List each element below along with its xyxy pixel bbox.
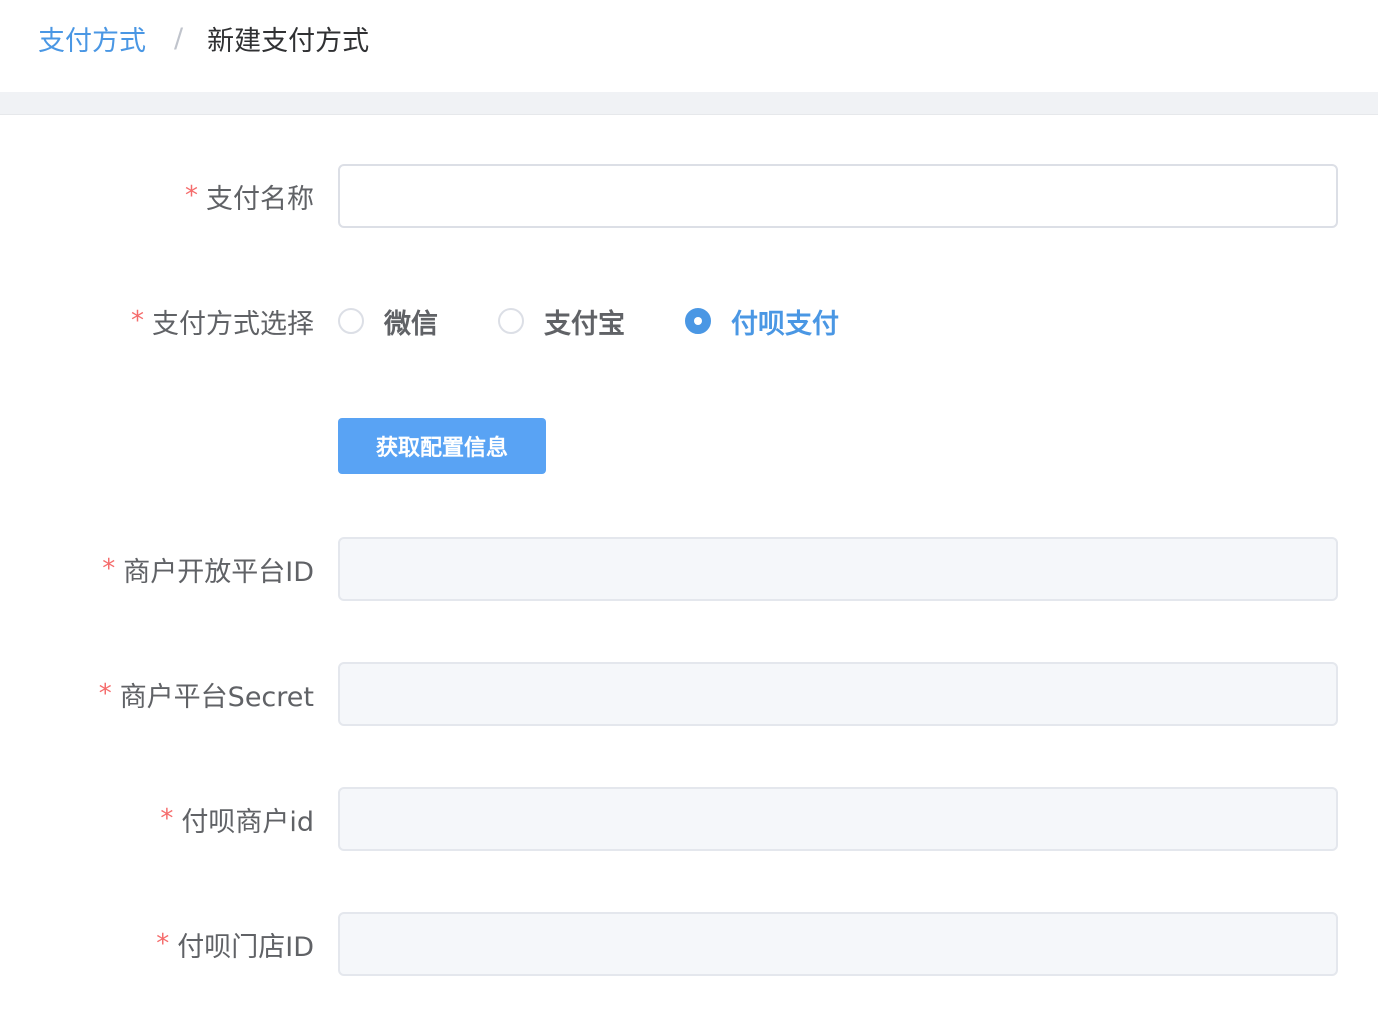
payment-name-input[interactable] [338, 164, 1338, 228]
radio-circle-fubei[interactable] [685, 308, 711, 334]
fubei-merchant-id-input[interactable] [338, 787, 1338, 851]
form-row-payment-name: * 支付名称 [0, 164, 1378, 228]
breadcrumb-link-payment-methods[interactable]: 支付方式 [38, 19, 146, 58]
form-row-fubei-store-id: * 付呗门店ID [0, 912, 1378, 976]
required-mark: * [160, 804, 174, 834]
breadcrumb-current: 新建支付方式 [207, 25, 370, 57]
required-mark: * [102, 554, 116, 584]
payment-name-label-text: 支付名称 [206, 183, 314, 215]
breadcrumb-separator: / [174, 22, 184, 54]
required-mark: * [131, 306, 144, 336]
radio-circle-wechat[interactable] [338, 308, 364, 334]
fubei-store-id-label-text: 付呗门店ID [177, 931, 314, 963]
form-row-fubei-merchant-id: * 付呗商户id [0, 787, 1378, 851]
fubei-store-id-input[interactable] [338, 912, 1338, 976]
radio-label-fubei[interactable]: 付呗支付 [731, 302, 839, 341]
radio-option-wechat[interactable]: 微信 [338, 302, 438, 341]
fubei-store-id-label: * 付呗门店ID [156, 912, 314, 976]
fubei-merchant-id-label: * 付呗商户id [160, 787, 314, 851]
required-mark: * [185, 181, 198, 211]
payment-name-label: * 支付名称 [185, 164, 314, 228]
radio-label-wechat[interactable]: 微信 [384, 302, 438, 341]
radio-option-fubei[interactable]: 付呗支付 [685, 302, 839, 341]
merchant-open-platform-id-label: * 商户开放平台ID [102, 537, 314, 601]
breadcrumb: 支付方式 / 新建支付方式 [38, 18, 369, 58]
payment-method-label-text: 支付方式选择 [152, 308, 314, 340]
form-row-payment-method: * 支付方式选择 微信 支付宝 付呗支付 [0, 289, 1378, 353]
payment-method-label: * 支付方式选择 [131, 289, 314, 353]
merchant-open-platform-id-input[interactable] [338, 537, 1338, 601]
form-card: * 支付名称 * 支付方式选择 微信 支付宝 付呗支付 获取配置信息 * 商户开… [0, 114, 1378, 1011]
radio-option-alipay[interactable]: 支付宝 [498, 302, 625, 341]
page-divider-band [0, 92, 1378, 114]
merchant-platform-secret-label: * 商户平台Secret [99, 662, 314, 726]
form-row-merchant-open-platform-id: * 商户开放平台ID [0, 537, 1378, 601]
radio-circle-alipay[interactable] [498, 308, 524, 334]
payment-method-radio-group: 微信 支付宝 付呗支付 [338, 289, 899, 353]
fubei-merchant-id-label-text: 付呗商户id [181, 806, 314, 838]
required-mark: * [156, 929, 170, 959]
required-mark: * [98, 679, 112, 709]
radio-label-alipay[interactable]: 支付宝 [544, 302, 625, 341]
form-row-merchant-platform-secret: * 商户平台Secret [0, 662, 1378, 726]
fetch-config-button[interactable]: 获取配置信息 [338, 418, 546, 474]
merchant-platform-secret-label-text: 商户平台Secret [119, 681, 314, 713]
merchant-platform-secret-input[interactable] [338, 662, 1338, 726]
merchant-open-platform-id-label-text: 商户开放平台ID [123, 556, 314, 588]
